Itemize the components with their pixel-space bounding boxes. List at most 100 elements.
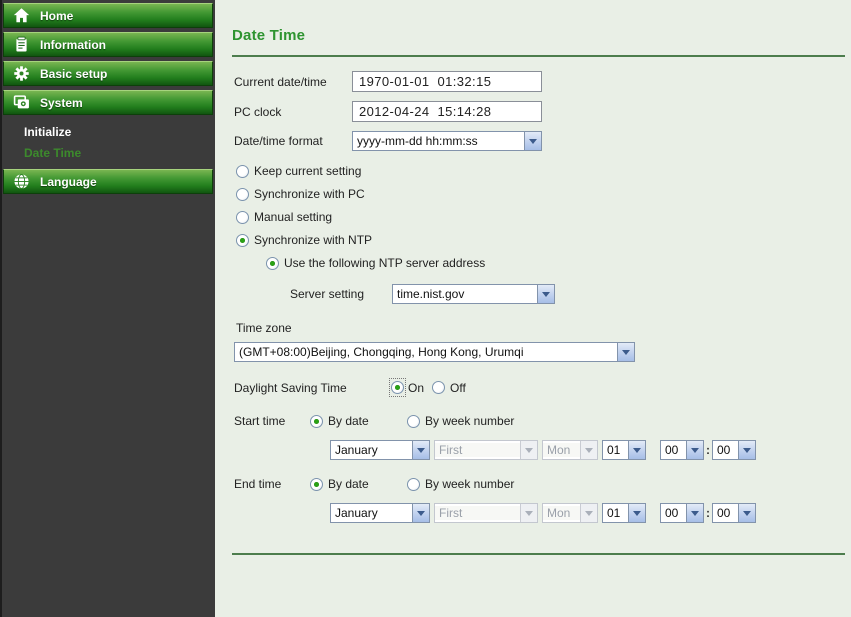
date-time-settings-page: Home Information Basic setup System Init… [0,0,851,617]
end-minute-value: 00 [717,506,731,520]
start-month-value: January [335,443,378,457]
start-minute-value: 00 [717,443,731,457]
chevron-down-icon [628,441,645,459]
chevron-down-icon [412,441,429,459]
sidebar-item-basic-setup[interactable]: Basic setup [3,61,213,86]
start-by-date-radio[interactable] [310,414,323,428]
current-datetime-row: Current date/time [234,71,851,92]
end-week-select: First [434,503,538,523]
end-week-value: First [435,506,520,520]
chevron-down-icon [617,343,634,361]
bottom-divider [232,553,845,555]
sidebar-subitem-initialize[interactable]: Initialize [24,122,215,143]
end-time-row: End time By date By week number [234,477,851,491]
page-title: Date Time [232,27,306,44]
chevron-down-icon [520,504,537,522]
sidebar-item-label: Language [40,174,97,189]
end-month-select[interactable]: January [330,503,430,523]
chevron-down-icon [537,285,554,303]
start-month-select[interactable]: January [330,440,430,460]
start-hour-select[interactable]: 00 [660,440,704,460]
time-separator: : [706,443,710,457]
server-setting-select[interactable]: time.nist.gov [392,284,555,304]
end-weekday-select: Mon [542,503,598,523]
start-hour-value: 00 [665,443,679,457]
datetime-format-select[interactable]: yyyy-mm-dd hh:mm:ss [352,131,542,151]
start-by-week-label: By week number [425,414,515,428]
dst-on-radio[interactable] [391,381,404,394]
chevron-down-icon [738,504,755,522]
use-ntp-server-radio[interactable] [266,256,279,270]
keep-current-setting-label: Keep current setting [254,164,362,178]
information-icon [13,36,30,53]
start-time-label: Start time [234,414,286,428]
end-by-week-label: By week number [425,477,515,491]
server-setting-label: Server setting [290,287,365,301]
sidebar-item-system[interactable]: System [3,90,213,115]
keep-current-setting-radio[interactable] [236,164,249,178]
end-hour-value: 00 [665,506,679,520]
home-icon [13,7,30,24]
keep-current-setting-option: Keep current setting [236,164,851,178]
sidebar-item-label: Home [40,8,74,23]
globe-icon [13,173,30,190]
sidebar: Home Information Basic setup System Init… [0,0,215,617]
sidebar-item-home[interactable]: Home [3,3,213,28]
chevron-down-icon [738,441,755,459]
end-by-date-label: By date [328,477,369,491]
synchronize-with-pc-radio[interactable] [236,187,249,201]
timezone-label: Time zone [236,321,292,335]
end-month-value: January [335,506,378,520]
start-weekday-select: Mon [542,440,598,460]
start-day-value: 01 [607,443,621,457]
chevron-down-icon [524,132,541,150]
server-setting-row: Server setting time.nist.gov [290,284,851,304]
sidebar-subitem-date-time[interactable]: Date Time [24,143,215,164]
datetime-format-value: yyyy-mm-dd hh:mm:ss [357,134,478,148]
synchronize-with-pc-option: Synchronize with PC [236,187,851,201]
datetime-format-label: Date/time format [234,134,323,148]
end-hour-select[interactable]: 00 [660,503,704,523]
end-by-date-radio[interactable] [310,477,323,491]
dst-off-label: Off [450,380,466,395]
sidebar-item-language[interactable]: Language [3,169,213,194]
daylight-saving-row: Daylight Saving Time On Off [234,378,851,397]
gear-icon [13,65,30,82]
end-minute-select[interactable]: 00 [712,503,756,523]
manual-setting-radio[interactable] [236,210,249,224]
timezone-select[interactable]: (GMT+08:00)Beijing, Chongqing, Hong Kong… [234,342,635,362]
manual-setting-option: Manual setting [236,210,851,224]
end-by-week-radio[interactable] [407,477,420,491]
end-day-value: 01 [607,506,621,520]
start-minute-select[interactable]: 00 [712,440,756,460]
start-week-select: First [434,440,538,460]
start-day-select[interactable]: 01 [602,440,646,460]
dst-on-focus-box [389,378,406,397]
manual-setting-label: Manual setting [254,210,333,224]
synchronize-with-ntp-radio[interactable] [236,233,249,247]
synchronize-with-ntp-label: Synchronize with NTP [254,233,373,247]
timezone-value: (GMT+08:00)Beijing, Chongqing, Hong Kong… [239,345,524,359]
chevron-down-icon [580,441,597,459]
time-separator: : [706,506,710,520]
daylight-saving-label: Daylight Saving Time [234,380,347,395]
sidebar-item-label: Basic setup [40,66,108,81]
end-day-select[interactable]: 01 [602,503,646,523]
dst-off-radio[interactable] [432,381,446,394]
synchronize-with-pc-label: Synchronize with PC [254,187,365,201]
start-by-week-radio[interactable] [407,414,420,428]
current-datetime-input[interactable] [352,71,542,92]
sidebar-item-information[interactable]: Information [3,32,213,57]
end-time-label: End time [234,477,282,491]
pc-clock-input[interactable] [352,101,542,122]
end-weekday-value: Mon [543,506,580,520]
current-datetime-label: Current date/time [234,74,327,89]
chevron-down-icon [520,441,537,459]
server-setting-value: time.nist.gov [397,287,465,301]
chevron-down-icon [686,504,703,522]
sidebar-item-label: System [40,95,83,110]
system-icon [13,94,30,111]
chevron-down-icon [628,504,645,522]
synchronize-with-ntp-option: Synchronize with NTP [236,233,851,247]
system-submenu: Initialize Date Time [2,119,215,169]
